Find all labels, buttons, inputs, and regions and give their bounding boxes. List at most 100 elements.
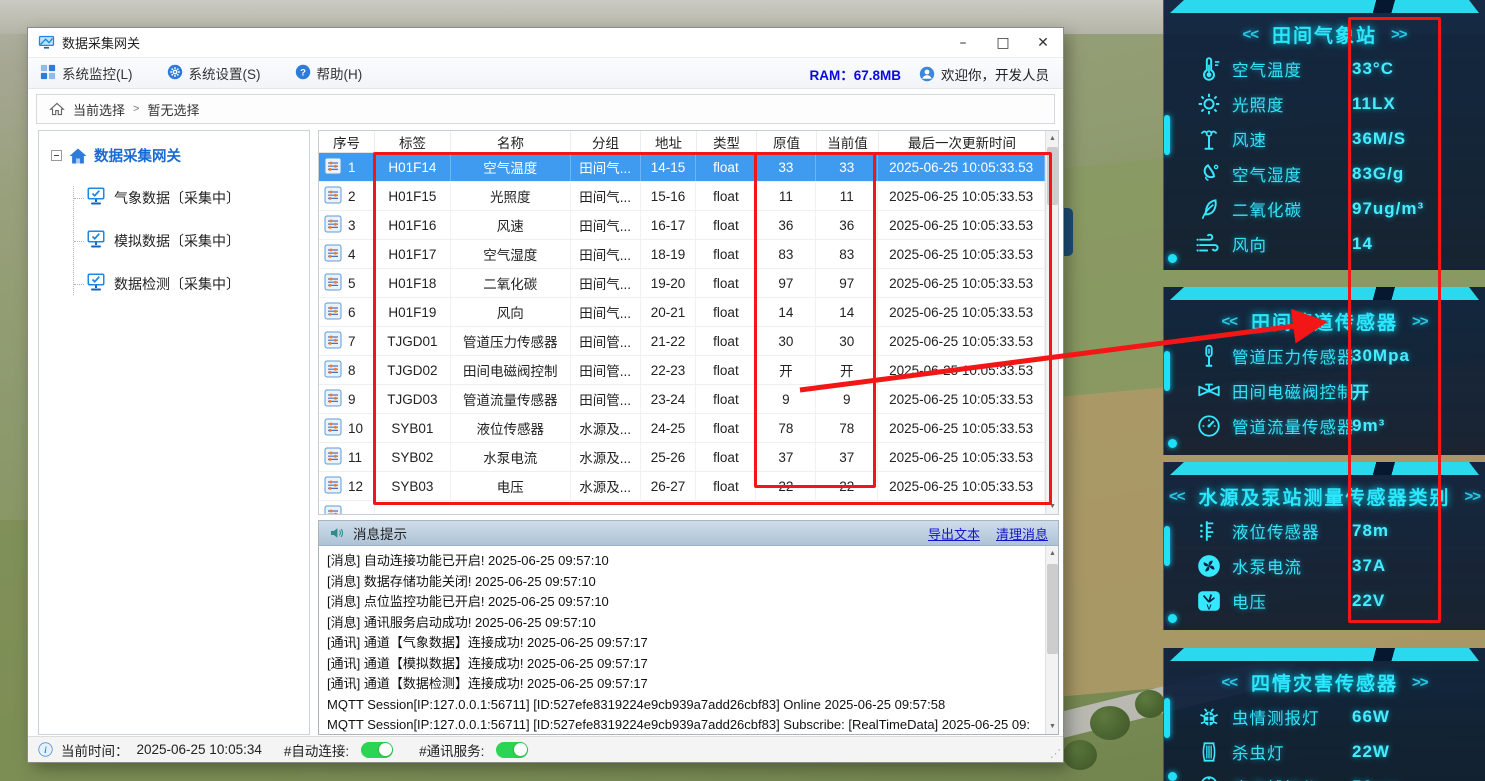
cell-1-4: 14-15 (641, 153, 697, 181)
tree-item-label: 数据检测〔采集中〕 (114, 274, 240, 294)
edge-accent (1164, 351, 1170, 391)
title-bar[interactable]: 数据采集网关 – □ ✕ (28, 28, 1063, 58)
cell-9-7: 9 (816, 385, 878, 413)
cell-6-3: 田间气... (571, 298, 641, 326)
cell-2-0: 2 (319, 182, 375, 210)
cell-8-5: float (696, 356, 756, 384)
column-header-5[interactable]: 类型 (697, 131, 757, 152)
cell-3-5: float (696, 211, 756, 239)
table-scrollbar-thumb[interactable] (1047, 147, 1058, 205)
message-scrollbar-thumb[interactable] (1047, 564, 1058, 654)
section-next-icon[interactable]: >> (1465, 488, 1481, 505)
table-row-1[interactable]: 1H01F14空气温度田间气...14-15float33332025-06-2… (319, 153, 1045, 182)
row-seq: 10 (348, 421, 363, 436)
cell-3-0: 3 (319, 211, 375, 239)
comm-service-toggle[interactable] (496, 742, 528, 758)
cell-5-2: 二氧化碳 (451, 269, 571, 297)
cell-11-6: 37 (756, 443, 816, 471)
svg-text:V: V (1206, 602, 1211, 611)
menu-item-2[interactable]: ?帮助(H) (295, 63, 363, 83)
column-header-2[interactable]: 名称 (451, 131, 571, 152)
menu-item-0[interactable]: 系统监控(L) (40, 63, 133, 83)
tree-root-node[interactable]: 数据采集网关 (51, 145, 309, 166)
log-line-2: [消息] 点位监控功能已开启! 2025-06-25 09:57:10 (327, 592, 1037, 613)
cell-2-7: 11 (816, 182, 878, 210)
section-prev-icon[interactable]: << (1242, 26, 1258, 43)
table-row-4[interactable]: 4H01F17空气湿度田间气...18-19float83832025-06-2… (319, 240, 1045, 269)
home-icon[interactable] (49, 101, 65, 117)
app-icon (38, 35, 55, 50)
insect-lamp-icon (1196, 739, 1222, 765)
tree-item-1[interactable]: 模拟数据〔采集中〕 (74, 229, 309, 252)
tree-item-2[interactable]: 数据检测〔采集中〕 (74, 272, 309, 295)
row-settings-icon (324, 505, 342, 515)
column-header-8[interactable]: 最后一次更新时间 (879, 131, 1046, 152)
section-next-icon[interactable]: >> (1391, 26, 1407, 43)
table-row-6[interactable]: 6H01F19风向田间气...20-21float14142025-06-25 … (319, 298, 1045, 327)
section-prev-icon[interactable]: << (1169, 488, 1185, 505)
scroll-up-icon[interactable]: ▲ (1046, 131, 1059, 146)
column-header-6[interactable]: 原值 (757, 131, 817, 152)
resize-grip[interactable]: ⋰ (1050, 747, 1061, 760)
log-line-7: MQTT Session[IP:127.0.0.1:56711] [ID:527… (327, 695, 1037, 716)
auto-connect-toggle[interactable] (361, 742, 393, 758)
tree-item-label: 气象数据〔采集中〕 (114, 188, 240, 208)
cell-6-8: 2025-06-25 10:05:33.53 (878, 298, 1045, 326)
export-text-link[interactable]: 导出文本 (928, 524, 980, 543)
scroll-down-icon[interactable]: ▼ (1046, 719, 1059, 734)
tree-item-0[interactable]: 气象数据〔采集中〕 (74, 186, 309, 209)
table-row-7[interactable]: 7TJGD01管道压力传感器田间管...21-22float30302025-0… (319, 327, 1045, 356)
edge-accent (1164, 115, 1170, 155)
table-row-partial[interactable] (319, 501, 1045, 514)
table-row-12[interactable]: 12SYB03电压水源及...26-27float22222025-06-25 … (319, 472, 1045, 501)
table-row-2[interactable]: 2H01F15光照度田间气...15-16float11112025-06-25… (319, 182, 1045, 211)
cell-8-1: TJGD02 (375, 356, 451, 384)
sensor-label: 电压 (1232, 589, 1267, 613)
column-header-4[interactable]: 地址 (641, 131, 697, 152)
cell-3-7: 36 (816, 211, 878, 239)
level-sensor-icon (1196, 518, 1222, 544)
close-button[interactable]: ✕ (1023, 28, 1063, 58)
cell-5-4: 19-20 (641, 269, 697, 297)
menu-item-1[interactable]: 系统设置(S) (167, 63, 261, 83)
tree-root-label: 数据采集网关 (94, 145, 181, 166)
welcome-text: 欢迎你，开发人员 (941, 64, 1049, 84)
column-header-0[interactable]: 序号 (319, 131, 375, 152)
section-next-icon[interactable]: >> (1412, 674, 1428, 691)
clear-messages-link[interactable]: 清理消息 (996, 524, 1048, 543)
column-header-7[interactable]: 当前值 (817, 131, 879, 152)
table-scrollbar[interactable]: ▲ ▼ (1045, 131, 1058, 514)
row-seq: 5 (348, 276, 356, 291)
maximize-button[interactable]: □ (983, 28, 1023, 58)
cell-1-2: 空气温度 (451, 153, 571, 181)
table-row-3[interactable]: 3H01F16风速田间气...16-17float36362025-06-25 … (319, 211, 1045, 240)
cell-9-8: 2025-06-25 10:05:33.53 (878, 385, 1045, 413)
message-panel-title: 消息提示 (353, 523, 407, 543)
section-next-icon[interactable]: >> (1412, 313, 1428, 330)
row-settings-icon (324, 273, 342, 294)
minimize-button[interactable]: – (943, 28, 983, 58)
scroll-down-icon[interactable]: ▼ (1046, 499, 1059, 514)
table-row-5[interactable]: 5H01F18二氧化碳田间气...19-20float97972025-06-2… (319, 269, 1045, 298)
section-prev-icon[interactable]: << (1221, 674, 1237, 691)
cell-9-2: 管道流量传感器 (451, 385, 571, 413)
scroll-up-icon[interactable]: ▲ (1046, 546, 1059, 561)
monitor-check-icon (86, 229, 106, 252)
row-settings-icon (324, 360, 342, 381)
tree-collapse-icon[interactable] (51, 150, 62, 161)
column-header-1[interactable]: 标签 (375, 131, 451, 152)
table-row-11[interactable]: 11SYB02水泵电流水源及...25-26float37372025-06-2… (319, 443, 1045, 472)
column-header-3[interactable]: 分组 (571, 131, 641, 152)
table-row-10[interactable]: 10SYB01液位传感器水源及...24-25float78782025-06-… (319, 414, 1045, 443)
sensor-value: 56μm (1352, 777, 1400, 781)
sensor-label: 虫情测报灯 (1232, 705, 1320, 729)
table-row-9[interactable]: 9TJGD03管道流量传感器田间管...23-24float992025-06-… (319, 385, 1045, 414)
dashboard-section-2: <<水源及泵站测量传感器类别>>液位传感器78m水泵电流37AV电压22V (1163, 462, 1485, 630)
window-side-tab[interactable] (1063, 208, 1073, 256)
message-scrollbar[interactable]: ▲ ▼ (1045, 546, 1058, 734)
section-prev-icon[interactable]: << (1221, 313, 1237, 330)
row-seq: 11 (348, 450, 362, 465)
humidity-icon (1196, 161, 1222, 187)
cell-6-2: 风向 (451, 298, 571, 326)
table-row-8[interactable]: 8TJGD02田间电磁阀控制田间管...22-23float开开2025-06-… (319, 356, 1045, 385)
